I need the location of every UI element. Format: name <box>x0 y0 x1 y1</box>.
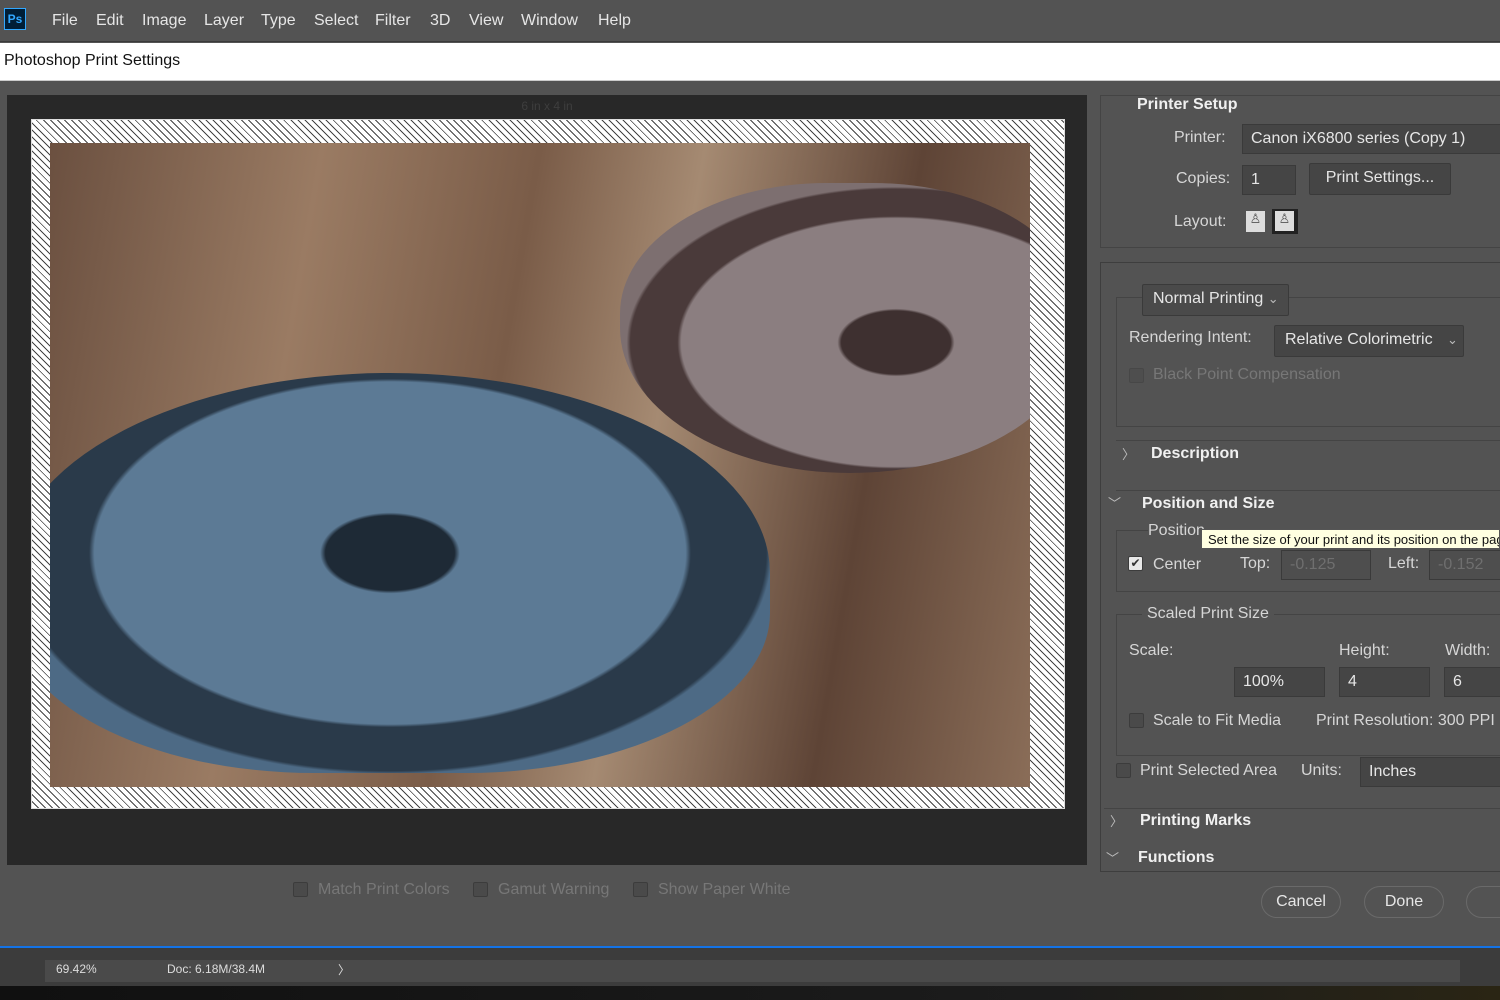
chevron-down-icon: ⌄ <box>1267 291 1279 306</box>
divider <box>1116 490 1500 491</box>
windows-taskbar <box>0 986 1500 1000</box>
print-settings-button[interactable]: Print Settings... <box>1309 163 1451 195</box>
dialog-title: Photoshop Print Settings <box>4 52 181 69</box>
show-paper-white-checkbox[interactable] <box>633 882 648 897</box>
scale-to-fit-label: Scale to Fit Media <box>1153 712 1282 729</box>
print-image[interactable] <box>50 143 1030 787</box>
position-size-heading[interactable]: Position and Size <box>1142 495 1274 513</box>
done-button[interactable]: Done <box>1364 886 1444 918</box>
left-label: Left: <box>1388 555 1420 572</box>
divider <box>1104 808 1500 809</box>
portrait-layout-icon[interactable]: ♙ <box>1246 211 1265 232</box>
scale-to-fit-checkbox[interactable] <box>1129 713 1144 728</box>
rendering-intent-label: Rendering Intent: <box>1129 329 1252 346</box>
paper-size-label: 6 in x 4 in <box>521 99 573 113</box>
menu-help[interactable]: Help <box>598 12 631 30</box>
print-selected-area-checkbox[interactable] <box>1116 763 1131 778</box>
print-button[interactable] <box>1466 886 1500 918</box>
scaled-print-size-label: Scaled Print Size <box>1142 605 1274 623</box>
menu-layer[interactable]: Layer <box>204 12 244 30</box>
description-heading[interactable]: Description <box>1151 445 1239 463</box>
chevron-right-icon[interactable]: 〉 <box>1110 811 1123 830</box>
rendering-intent-value: Relative Colorimetric <box>1285 331 1433 348</box>
height-label: Height: <box>1339 642 1390 659</box>
menu-window[interactable]: Window <box>521 12 578 30</box>
menu-image[interactable]: Image <box>142 12 186 30</box>
position-label: Position <box>1148 522 1209 540</box>
height-input[interactable]: 4 <box>1339 667 1430 697</box>
tooltip: Set the size of your print and its posit… <box>1201 529 1500 549</box>
print-resolution-text: Print Resolution: 300 PPI <box>1316 712 1495 729</box>
paper-sheet <box>31 119 1065 809</box>
center-label: Center <box>1153 556 1202 573</box>
chevron-down-icon: ⌄ <box>1447 332 1458 347</box>
print-preview: 6 in x 4 in <box>7 95 1087 865</box>
chevron-down-icon[interactable]: ﹀ <box>1106 848 1119 867</box>
scale-input[interactable]: 100% <box>1234 667 1325 697</box>
match-print-colors-checkbox[interactable] <box>293 882 308 897</box>
top-label: Top: <box>1240 555 1271 572</box>
width-label: Width: <box>1445 642 1491 659</box>
dialog-titlebar: Photoshop Print Settings <box>0 43 1500 81</box>
width-input[interactable]: 6 <box>1444 667 1500 697</box>
printer-select[interactable]: Canon iX6800 series (Copy 1) <box>1242 124 1500 154</box>
center-checkbox[interactable]: ✔ <box>1128 556 1143 571</box>
units-dropdown[interactable]: Inches <box>1360 757 1500 787</box>
left-input[interactable]: -0.152 <box>1429 550 1500 580</box>
menu-view[interactable]: View <box>469 12 503 30</box>
image-seat-blue <box>50 373 770 773</box>
printing-mode-dropdown[interactable]: Normal Printing ⌄ <box>1142 284 1289 316</box>
printer-label: Printer: <box>1174 129 1226 146</box>
printing-mode-value: Normal Printing <box>1153 290 1264 307</box>
menu-edit[interactable]: Edit <box>96 12 124 30</box>
chevron-right-icon[interactable]: 〉 <box>1122 444 1135 463</box>
menu-3d[interactable]: 3D <box>430 12 450 30</box>
zoom-level[interactable]: 69.42% <box>56 962 97 976</box>
black-point-compensation-checkbox[interactable] <box>1129 368 1144 383</box>
cancel-button[interactable]: Cancel <box>1261 886 1341 918</box>
photoshop-logo: Ps <box>4 8 26 30</box>
menu-select[interactable]: Select <box>314 12 358 30</box>
match-print-colors-label: Match Print Colors <box>318 881 450 898</box>
menu-file[interactable]: File <box>52 12 78 30</box>
color-management-group <box>1116 297 1500 427</box>
landscape-layout-icon[interactable]: ♙ <box>1272 209 1298 234</box>
divider <box>1116 440 1500 441</box>
status-bar: 69.42% Doc: 6.18M/38.4M 〉 <box>0 946 1500 986</box>
scale-label: Scale: <box>1129 642 1174 659</box>
layout-label: Layout: <box>1174 213 1227 230</box>
printer-setup-heading: Printer Setup <box>1137 96 1238 113</box>
print-selected-area-label: Print Selected Area <box>1140 762 1277 779</box>
copies-input[interactable]: 1 <box>1242 165 1296 195</box>
black-point-compensation-label: Black Point Compensation <box>1153 366 1341 383</box>
menu-type[interactable]: Type <box>261 12 296 30</box>
chevron-down-icon[interactable]: ﹀ <box>1108 493 1121 512</box>
menu-bar: Ps File Edit Image Layer Type Select Fil… <box>0 0 1500 42</box>
image-seat-rusty <box>620 183 1030 473</box>
menu-filter[interactable]: Filter <box>375 12 411 30</box>
status-menu-arrow[interactable]: 〉 <box>338 961 350 978</box>
gamut-warning-label: Gamut Warning <box>498 881 610 898</box>
printing-marks-heading[interactable]: Printing Marks <box>1140 812 1251 830</box>
copies-label: Copies: <box>1176 170 1231 187</box>
show-paper-white-label: Show Paper White <box>658 881 791 898</box>
gamut-warning-checkbox[interactable] <box>473 882 488 897</box>
top-input[interactable]: -0.125 <box>1281 550 1371 580</box>
units-label: Units: <box>1301 762 1342 779</box>
rendering-intent-dropdown[interactable]: Relative Colorimetric ⌄ <box>1274 325 1464 357</box>
functions-heading[interactable]: Functions <box>1138 849 1214 867</box>
doc-size: Doc: 6.18M/38.4M <box>167 962 266 976</box>
